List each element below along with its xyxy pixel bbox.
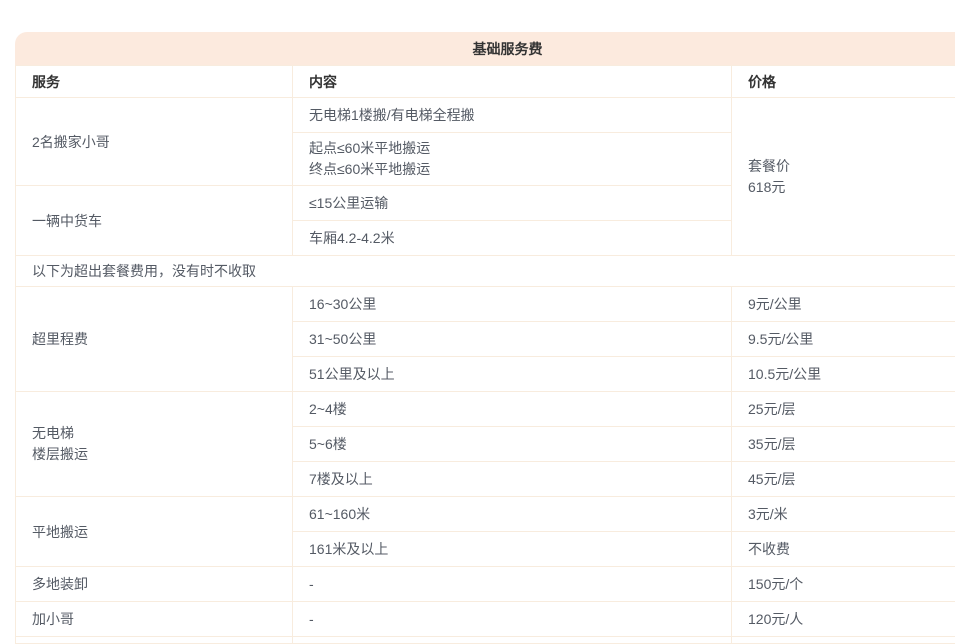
table-row: 无电梯 楼层搬运 2~4楼 25元/层 (16, 392, 955, 427)
price-cell: 不收费 (732, 532, 955, 567)
stub-cell (732, 637, 955, 644)
service-cell-stairs: 无电梯 楼层搬运 (16, 392, 293, 497)
price-cell: 9元/公里 (732, 287, 955, 322)
banner-row: 以下为超出套餐费用，没有时不收取 (16, 256, 955, 287)
price-cell-package: 套餐价 618元 (732, 98, 955, 256)
price-cell: 9.5元/公里 (732, 322, 955, 357)
content-cell: - (293, 567, 732, 602)
cut-off-row (16, 637, 955, 644)
price-cell: 150元/个 (732, 567, 955, 602)
service-cell-mileage: 超里程费 (16, 287, 293, 392)
service-line: 无电梯 (32, 423, 284, 444)
column-header-price: 价格 (732, 66, 955, 98)
content-cell: - (293, 602, 732, 637)
content-cell: 起点≤60米平地搬运 终点≤60米平地搬运 (293, 133, 732, 186)
column-header-content: 内容 (293, 66, 732, 98)
content-cell: 5~6楼 (293, 427, 732, 462)
extra-fee-banner: 以下为超出套餐费用，没有时不收取 (16, 256, 955, 287)
service-cell-flat: 平地搬运 (16, 497, 293, 567)
price-cell: 120元/人 (732, 602, 955, 637)
base-fee-table: 服务 内容 价格 2名搬家小哥 无电梯1楼搬/有电梯全程搬 套餐价 618元 起… (15, 65, 955, 644)
content-cell: 7楼及以上 (293, 462, 732, 497)
service-cell-movers: 2名搬家小哥 (16, 98, 293, 186)
price-cell: 10.5元/公里 (732, 357, 955, 392)
table-row: 2名搬家小哥 无电梯1楼搬/有电梯全程搬 套餐价 618元 (16, 98, 955, 133)
column-header-service: 服务 (16, 66, 293, 98)
service-line: 楼层搬运 (32, 444, 284, 465)
table-row: 加小哥 - 120元/人 (16, 602, 955, 637)
content-cell: 车厢4.2-4.2米 (293, 221, 732, 256)
table-row: 平地搬运 61~160米 3元/米 (16, 497, 955, 532)
table-row: 超里程费 16~30公里 9元/公里 (16, 287, 955, 322)
package-price-label: 套餐价 (748, 156, 955, 177)
content-line: 起点≤60米平地搬运 (309, 138, 723, 159)
header-row: 服务 内容 价格 (16, 66, 955, 98)
base-fee-table-card: 基础服务费 服务 内容 价格 2名搬家小哥 无电梯1楼搬/有电梯全程搬 套餐价 … (15, 32, 955, 644)
price-cell: 3元/米 (732, 497, 955, 532)
stub-cell (293, 637, 732, 644)
content-cell: 2~4楼 (293, 392, 732, 427)
content-cell: 61~160米 (293, 497, 732, 532)
content-cell: ≤15公里运输 (293, 186, 732, 221)
stub-cell (16, 637, 293, 644)
service-cell-multi-stop: 多地装卸 (16, 567, 293, 602)
table-title: 基础服务费 (15, 32, 955, 65)
content-cell: 无电梯1楼搬/有电梯全程搬 (293, 98, 732, 133)
service-cell-truck: 一辆中货车 (16, 186, 293, 256)
service-cell-extra-mover: 加小哥 (16, 602, 293, 637)
content-cell: 16~30公里 (293, 287, 732, 322)
price-cell: 45元/层 (732, 462, 955, 497)
content-line: 终点≤60米平地搬运 (309, 159, 723, 180)
price-cell: 35元/层 (732, 427, 955, 462)
content-cell: 161米及以上 (293, 532, 732, 567)
table-row: 多地装卸 - 150元/个 (16, 567, 955, 602)
package-price-value: 618元 (748, 177, 955, 198)
content-cell: 51公里及以上 (293, 357, 732, 392)
price-cell: 25元/层 (732, 392, 955, 427)
content-cell: 31~50公里 (293, 322, 732, 357)
